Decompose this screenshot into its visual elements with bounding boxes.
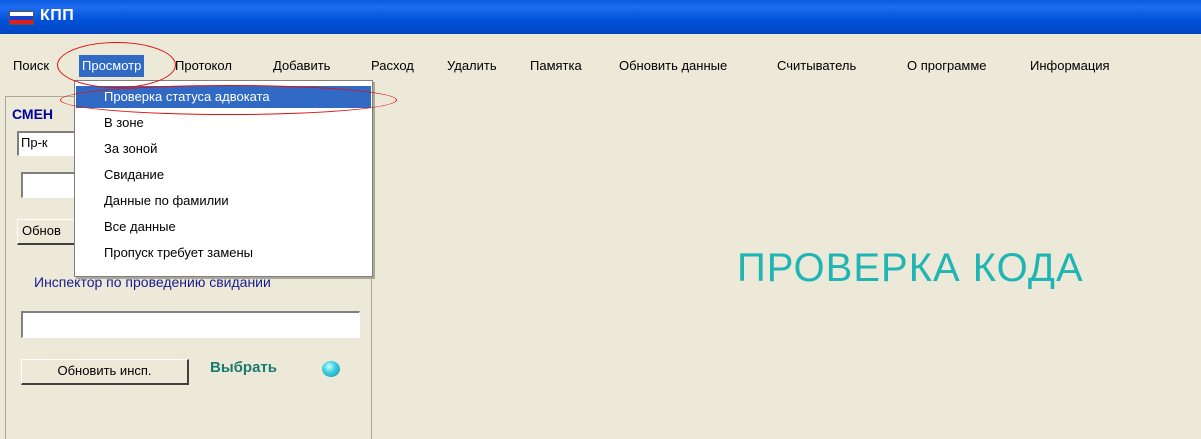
shift-group-title: СМЕН — [10, 106, 56, 122]
dropdown-item-pass-replace[interactable]: Пропуск требует замены — [76, 242, 371, 264]
menu-information[interactable]: Информация — [1030, 55, 1110, 77]
menu-about[interactable]: О программе — [907, 55, 987, 77]
menu-reader[interactable]: Считыватель — [777, 55, 856, 77]
refresh-inspector-button[interactable]: Обновить инсп. — [21, 359, 189, 385]
dropdown-item-data-by-surname[interactable]: Данные по фамилии — [76, 190, 371, 212]
dropdown-item-all-data[interactable]: Все данные — [76, 216, 371, 238]
refresh-button[interactable]: Обнов — [17, 219, 77, 245]
menu-delete[interactable]: Удалить — [447, 55, 497, 77]
dropdown-item-in-zone[interactable]: В зоне — [76, 112, 371, 134]
menu-memo[interactable]: Памятка — [530, 55, 582, 77]
menu-add[interactable]: Добавить — [273, 55, 330, 77]
window-title: КПП — [40, 7, 75, 24]
menu-bar: Поиск Просмотр Протокол Добавить Расход … — [0, 55, 1201, 77]
dropdown-item-outside-zone[interactable]: За зоной — [76, 138, 371, 160]
menu-update-data[interactable]: Обновить данные — [619, 55, 727, 77]
shift-second-field[interactable] — [21, 172, 77, 198]
choose-label[interactable]: Выбрать — [210, 359, 277, 376]
menu-expense[interactable]: Расход — [371, 55, 414, 77]
annotation-ellipse-view-menu — [57, 42, 176, 88]
shift-combo[interactable]: Пр-к — [17, 131, 77, 156]
inspector-field[interactable] — [21, 311, 360, 338]
menu-search[interactable]: Поиск — [13, 55, 49, 77]
menu-protocol[interactable]: Протокол — [175, 55, 232, 77]
title-bar: КПП — [0, 0, 1201, 34]
dropdown-item-visit[interactable]: Свидание — [76, 164, 371, 186]
code-check-status: ПРОВЕРКА КОДА — [737, 246, 1084, 290]
russian-flag-icon — [9, 11, 34, 25]
annotation-ellipse-lawyer-status — [60, 85, 397, 115]
status-led-icon — [322, 361, 340, 377]
